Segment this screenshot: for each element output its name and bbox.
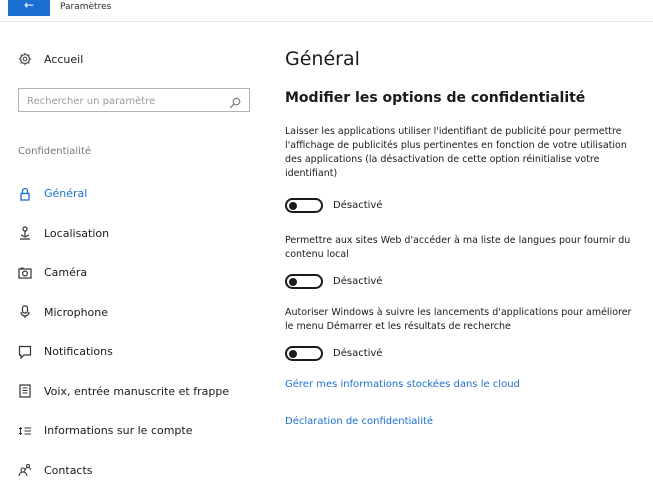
sidebar-item-label: Général bbox=[44, 187, 88, 201]
app-launch-tracking-toggle[interactable] bbox=[285, 346, 323, 361]
home-label: Accueil bbox=[44, 52, 84, 66]
sidebar-item-account-info[interactable]: Informations sur le compte bbox=[18, 411, 268, 451]
sidebar-item-label: Voix, entrée manuscrite et frappe bbox=[44, 384, 230, 398]
sidebar-item-general[interactable]: Général bbox=[18, 174, 268, 214]
lock-icon bbox=[18, 187, 32, 201]
account-info-icon bbox=[18, 424, 32, 438]
camera-icon bbox=[18, 266, 32, 280]
toggle-row-language-list: Désactivé bbox=[285, 274, 382, 289]
language-list-toggle[interactable] bbox=[285, 274, 323, 289]
toggle-state-label: Désactivé bbox=[333, 276, 383, 287]
gear-icon bbox=[18, 52, 32, 66]
sidebar-item-label: Notifications bbox=[44, 345, 113, 359]
search-input[interactable] bbox=[19, 90, 249, 113]
sidebar-item-camera[interactable]: Caméra bbox=[18, 253, 268, 293]
option-description-language-list: Permettre aux sites Web d'accéder à ma l… bbox=[285, 235, 631, 260]
sidebar-item-notifications[interactable]: Notifications bbox=[18, 332, 268, 372]
window-title: Paramètres bbox=[60, 2, 112, 12]
sidebar-item-contacts[interactable]: Contacts bbox=[18, 451, 268, 485]
keyboard-icon bbox=[18, 384, 32, 398]
contacts-icon bbox=[18, 463, 32, 477]
sidebar-item-label: Informations sur le compte bbox=[44, 424, 193, 438]
toggle-knob bbox=[289, 277, 297, 286]
back-button[interactable]: ← bbox=[8, 0, 50, 16]
back-arrow-icon: ← bbox=[23, 0, 35, 12]
microphone-icon bbox=[18, 305, 32, 319]
search-icon[interactable] bbox=[229, 94, 241, 109]
manage-cloud-info-link[interactable]: Gérer mes informations stockées dans le … bbox=[285, 379, 520, 390]
toggle-knob bbox=[289, 201, 297, 210]
page-title: Général bbox=[285, 48, 360, 70]
option-description-app-launch-tracking: Autoriser Windows à suivre les lancement… bbox=[285, 307, 632, 332]
notification-icon bbox=[18, 345, 32, 359]
search-box[interactable] bbox=[18, 88, 250, 113]
privacy-statement-link[interactable]: Déclaration de confidentialité bbox=[285, 416, 433, 427]
sidebar-nav: Général Localisation Caméra Microphone N… bbox=[18, 174, 268, 485]
sidebar-item-label: Localisation bbox=[44, 226, 110, 240]
toggle-state-label: Désactivé bbox=[333, 200, 383, 211]
section-label-privacy: Confidentialité bbox=[18, 146, 92, 157]
sidebar-item-speech-inking-typing[interactable]: Voix, entrée manuscrite et frappe bbox=[18, 372, 268, 412]
sidebar-item-label: Microphone bbox=[44, 305, 109, 319]
toggle-row-app-launch-tracking: Désactivé bbox=[285, 346, 382, 361]
section-title: Modifier les options de confidentialité bbox=[285, 90, 586, 106]
sidebar-item-label: Caméra bbox=[44, 266, 88, 280]
advertising-id-toggle[interactable] bbox=[285, 198, 323, 213]
home-nav-item[interactable]: Accueil bbox=[18, 52, 83, 66]
sidebar-item-microphone[interactable]: Microphone bbox=[18, 293, 268, 333]
toggle-state-label: Désactivé bbox=[333, 348, 383, 359]
location-icon bbox=[18, 226, 32, 240]
option-description-advertising-id: Laisser les applications utiliser l'iden… bbox=[285, 126, 627, 179]
sidebar: Accueil Confidentialité Général Localisa… bbox=[0, 22, 268, 485]
sidebar-item-location[interactable]: Localisation bbox=[18, 214, 268, 254]
toggle-row-advertising-id: Désactivé bbox=[285, 198, 382, 213]
title-bar: ← Paramètres bbox=[0, 0, 653, 22]
sidebar-item-label: Contacts bbox=[44, 463, 93, 477]
toggle-knob bbox=[289, 349, 297, 358]
